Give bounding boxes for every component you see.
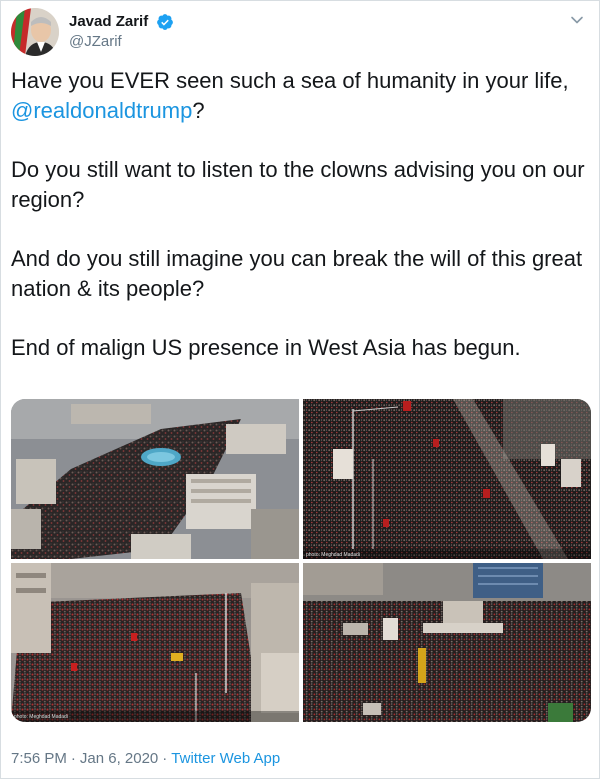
verified-badge-icon bbox=[156, 14, 173, 30]
tweet-card: Javad Zarif @JZarif Have you EVER seen s… bbox=[0, 0, 600, 779]
author-names: Javad Zarif @JZarif bbox=[69, 12, 174, 52]
tweet-text-segment: Have you EVER seen such a sea of humanit… bbox=[11, 68, 569, 93]
photo-1[interactable] bbox=[11, 399, 299, 559]
tweet-footer: 7:56 PM · Jan 6, 2020 · Twitter Web App bbox=[11, 749, 280, 769]
tweet-paragraph-4: End of malign US presence in West Asia h… bbox=[11, 335, 521, 360]
footer-separator: · bbox=[70, 750, 76, 767]
footer-separator: · bbox=[162, 750, 168, 767]
media-grid: photo: Meghdad Madadi photo: Meghdad Mad… bbox=[11, 399, 591, 722]
tweet-text: Have you EVER seen such a sea of humanit… bbox=[11, 66, 591, 392]
display-name[interactable]: Javad Zarif bbox=[69, 12, 148, 32]
tweet-text-segment: ? bbox=[192, 98, 205, 123]
mention-link[interactable]: @realdonaldtrump bbox=[11, 98, 192, 123]
photo-4[interactable] bbox=[303, 563, 591, 722]
photo-2[interactable]: photo: Meghdad Madadi bbox=[303, 399, 591, 559]
avatar[interactable] bbox=[11, 8, 59, 56]
photo-credit-3: photo: Meghdad Madadi bbox=[14, 714, 68, 720]
tweet-paragraph-2: Do you still want to listen to the clown… bbox=[11, 157, 585, 212]
photo-3[interactable]: photo: Meghdad Madadi bbox=[11, 563, 299, 722]
photo-credit-2: photo: Meghdad Madadi bbox=[306, 552, 360, 558]
avatar-image bbox=[11, 8, 59, 56]
tweet-time[interactable]: 7:56 PM bbox=[11, 750, 67, 767]
author-handle[interactable]: @JZarif bbox=[69, 32, 174, 52]
tweet-date[interactable]: Jan 6, 2020 bbox=[80, 750, 158, 767]
tweet-paragraph-3: And do you still imagine you can break t… bbox=[11, 246, 583, 301]
chevron-down-icon[interactable] bbox=[569, 12, 585, 28]
tweet-header: Javad Zarif @JZarif bbox=[11, 8, 589, 56]
source-link[interactable]: Twitter Web App bbox=[171, 750, 280, 767]
tweet-paragraph-1: Have you EVER seen such a sea of humanit… bbox=[11, 66, 591, 126]
